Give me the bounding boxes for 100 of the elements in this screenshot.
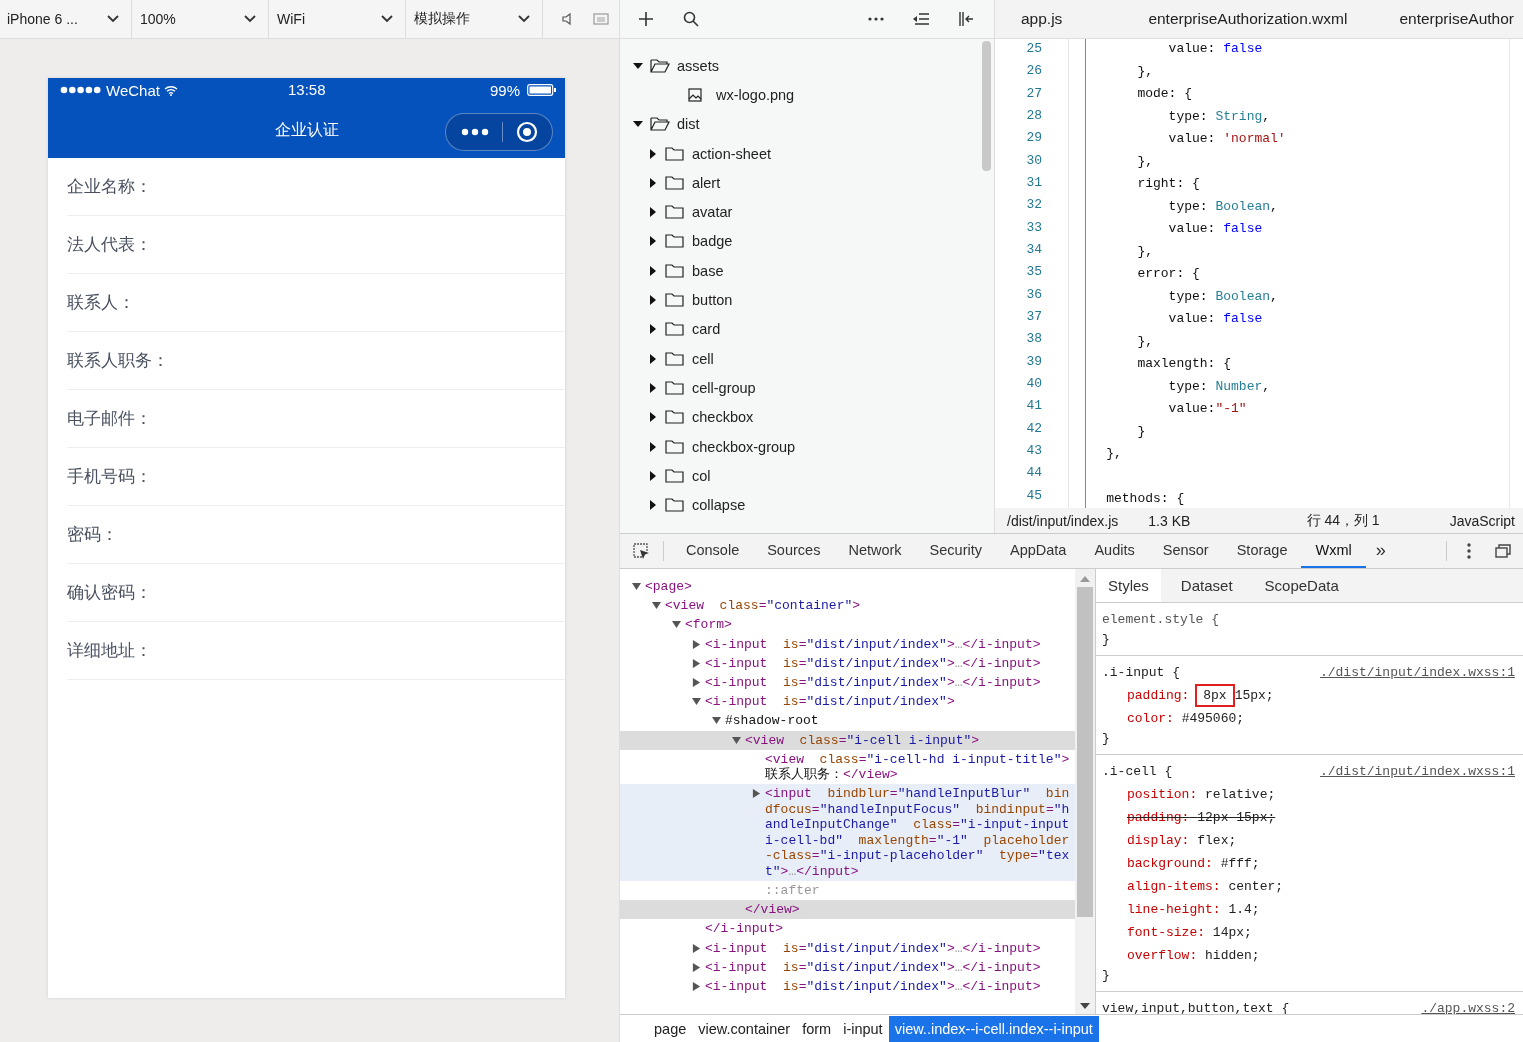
line-number: 45 bbox=[1026, 486, 1042, 505]
devtools-tab[interactable]: Audits bbox=[1080, 534, 1149, 568]
dropdown-select[interactable]: iPhone 6 ... bbox=[0, 0, 132, 38]
folder-icon bbox=[665, 379, 685, 396]
scroll-down-icon[interactable] bbox=[1080, 1002, 1090, 1010]
source-link[interactable]: ./dist/input/index.wxss:1 bbox=[1319, 664, 1515, 681]
file-tree-item[interactable]: col bbox=[692, 467, 711, 484]
caret-right-icon[interactable] bbox=[648, 324, 658, 335]
caret-right-icon[interactable] bbox=[692, 943, 701, 953]
caret-right-icon[interactable] bbox=[692, 962, 701, 972]
more-tabs-button[interactable]: » bbox=[1365, 534, 1396, 568]
file-tree-item[interactable]: dist bbox=[677, 116, 700, 133]
devtools-tab[interactable]: Security bbox=[915, 534, 996, 568]
caret-right-icon[interactable] bbox=[752, 789, 761, 799]
file-tree-item[interactable]: cell bbox=[692, 350, 714, 367]
editor-tab[interactable]: app.js bbox=[995, 10, 1123, 28]
file-tree-item[interactable]: card bbox=[692, 321, 721, 338]
devtools-tab[interactable]: Network bbox=[834, 534, 916, 568]
kebab-menu-icon[interactable] bbox=[1467, 543, 1471, 559]
breadcrumb-item[interactable]: i-input bbox=[837, 1015, 889, 1042]
file-tree-item[interactable]: base bbox=[692, 262, 724, 279]
more-dots-icon[interactable] bbox=[460, 128, 489, 136]
menu-capsule[interactable] bbox=[445, 113, 553, 151]
dom-node[interactable]: <i-input is="dist/input/index">…</i-input> bbox=[705, 655, 1045, 672]
caret-right-icon[interactable] bbox=[648, 500, 658, 511]
dock-icon[interactable] bbox=[1495, 544, 1511, 558]
caret-down-icon[interactable] bbox=[652, 601, 661, 611]
file-tree-item[interactable]: assets bbox=[677, 57, 719, 74]
source-link[interactable]: ./dist/input/index.wxss:1 bbox=[1319, 763, 1515, 780]
breadcrumb-item[interactable]: page bbox=[648, 1015, 693, 1042]
dom-node[interactable]: #shadow-root bbox=[725, 713, 823, 729]
caret-down-icon[interactable] bbox=[712, 716, 721, 726]
caret-right-icon[interactable] bbox=[648, 207, 658, 218]
dom-node[interactable]: <page> bbox=[645, 579, 696, 595]
caret-right-icon[interactable] bbox=[692, 639, 701, 649]
breadcrumb-item[interactable]: view.container bbox=[692, 1015, 797, 1042]
file-tree-item[interactable]: checkbox-group bbox=[692, 438, 796, 455]
dropdown-select[interactable]: 100% bbox=[132, 0, 269, 38]
caret-right-icon[interactable] bbox=[692, 982, 701, 991]
file-tree-item[interactable]: wx-logo.png bbox=[716, 86, 795, 103]
editor-tab[interactable]: enterpriseAuthor bbox=[1373, 10, 1523, 28]
devtools-tab[interactable]: Sensor bbox=[1148, 534, 1223, 568]
dom-node[interactable]: <i-input is="dist/input/index">…</i-input> bbox=[705, 636, 1045, 653]
file-tree-item[interactable]: collapse bbox=[692, 497, 746, 514]
sidebar-tab[interactable]: Styles bbox=[1096, 569, 1161, 602]
file-tree-item[interactable]: alert bbox=[692, 174, 721, 191]
close-circle-icon[interactable] bbox=[515, 121, 538, 143]
caret-down-icon[interactable] bbox=[633, 60, 643, 71]
caret-right-icon[interactable] bbox=[648, 148, 658, 159]
caret-right-icon[interactable] bbox=[648, 265, 658, 276]
outdent-icon[interactable] bbox=[913, 13, 929, 25]
caret-right-icon[interactable] bbox=[648, 177, 658, 188]
scrollbar-thumb[interactable] bbox=[982, 41, 991, 171]
sidebar-tab[interactable]: ScopeData bbox=[1252, 569, 1351, 602]
file-tree-item[interactable]: badge bbox=[692, 233, 733, 250]
dom-node[interactable]: <i-input is="dist/input/index">…</i-input> bbox=[705, 959, 1045, 976]
dom-node[interactable]: <input bindblur="handleInputBlur" bindfocus="handleInputFocus" bindinput="handleInputChange" class="i-input-input i-cell-bd" maxlength="-1" placeholder-class="i-input-placeholder" type="text">…</input> bbox=[765, 786, 1075, 880]
breadcrumb-item[interactable]: view..index--i-cell.index--i-input bbox=[888, 1015, 1099, 1042]
devtools-tab[interactable]: Sources bbox=[753, 534, 835, 568]
caret-right-icon[interactable] bbox=[648, 470, 658, 481]
sidebar-tab[interactable]: Dataset bbox=[1168, 569, 1245, 602]
caret-right-icon[interactable] bbox=[648, 295, 658, 305]
dom-node[interactable]: <form> bbox=[685, 617, 736, 633]
caret-down-icon[interactable] bbox=[692, 697, 701, 707]
caret-down-icon[interactable] bbox=[632, 582, 641, 591]
editor-tab[interactable]: enterpriseAuthorization.wxml bbox=[1122, 10, 1374, 28]
caret-down-icon[interactable] bbox=[672, 620, 681, 630]
dom-node[interactable]: <i-input is="dist/input/index"> bbox=[705, 694, 959, 710]
dom-node[interactable]: <view class="container"> bbox=[665, 598, 865, 614]
dom-node[interactable]: <i-input is="dist/input/index">…</i-input> bbox=[705, 674, 1045, 691]
css-selector: .i-cell { bbox=[1102, 763, 1173, 780]
dom-node[interactable]: <view class="i-cell i-input"> bbox=[745, 732, 984, 748]
dropdown-select[interactable]: 模拟操作 bbox=[406, 0, 543, 38]
plus-icon[interactable] bbox=[638, 11, 654, 27]
source-link[interactable]: ./app.wxss:2 bbox=[1421, 1000, 1515, 1014]
caret-right-icon[interactable] bbox=[648, 353, 658, 364]
dropdown-select[interactable]: WiFi bbox=[269, 0, 406, 38]
more-icon[interactable] bbox=[868, 17, 884, 21]
search-icon[interactable] bbox=[683, 11, 699, 27]
breadcrumb-item[interactable]: form bbox=[796, 1015, 838, 1042]
caret-right-icon[interactable] bbox=[692, 677, 701, 687]
devtools-tab[interactable]: AppData bbox=[996, 534, 1081, 568]
caret-right-icon[interactable] bbox=[648, 236, 658, 247]
file-tree-item[interactable]: cell-group bbox=[692, 379, 756, 396]
file-tree-item[interactable]: button bbox=[692, 292, 733, 308]
caret-right-icon[interactable] bbox=[648, 441, 658, 452]
collapse-panel-icon[interactable] bbox=[958, 11, 974, 27]
devtools-tab[interactable]: Storage bbox=[1222, 534, 1302, 568]
dom-node[interactable]: <i-input is="dist/input/index">…</i-input> bbox=[705, 940, 1045, 957]
scrollbar-thumb[interactable] bbox=[1077, 587, 1093, 917]
caret-right-icon[interactable] bbox=[648, 412, 658, 423]
file-tree-item[interactable]: action-sheet bbox=[692, 145, 771, 162]
file-tree-item[interactable]: checkbox bbox=[692, 409, 754, 426]
file-tree-item[interactable]: avatar bbox=[692, 204, 733, 221]
caret-right-icon[interactable] bbox=[648, 382, 658, 393]
devtools-tab[interactable]: Console bbox=[672, 534, 754, 568]
caret-right-icon[interactable] bbox=[692, 658, 701, 668]
dom-node[interactable]: <i-input is="dist/input/index">…</i-input> bbox=[705, 979, 1045, 995]
inspect-icon[interactable] bbox=[632, 542, 650, 560]
dom-node[interactable]: <view class="i-cell-hd i-input-title"> 联系人职务：</view> bbox=[765, 751, 1075, 783]
